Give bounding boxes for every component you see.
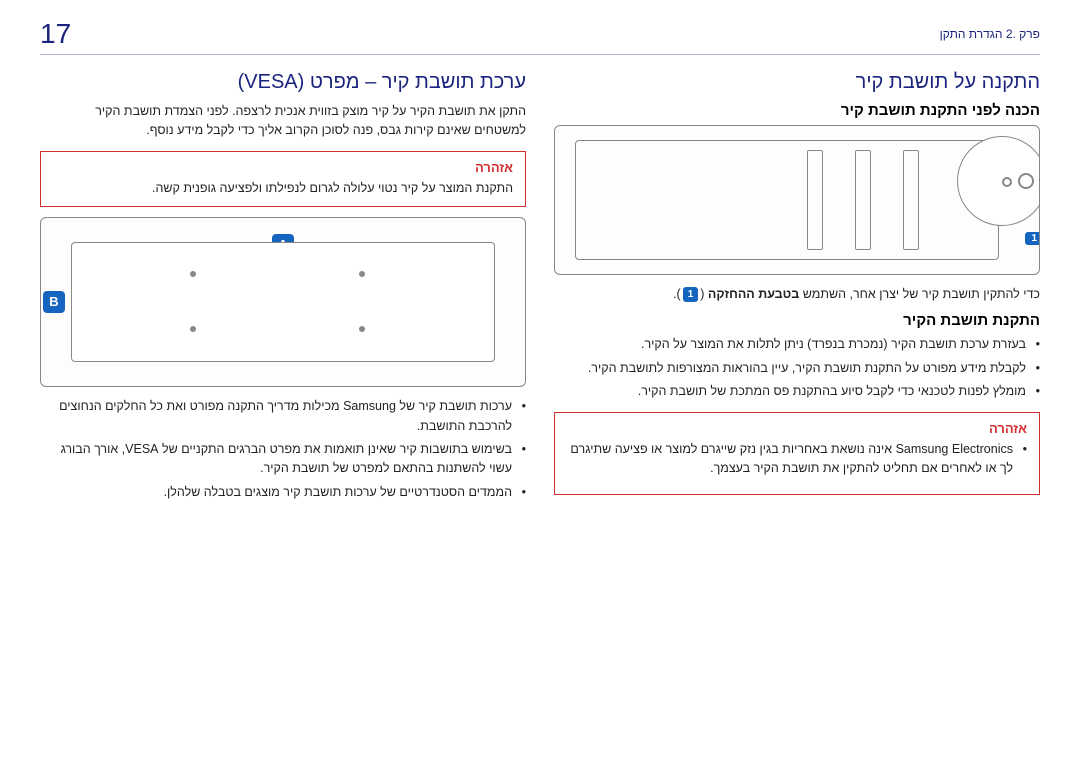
list-item: Samsung Electronics אינה נושאת באחריות ב… bbox=[567, 440, 1027, 479]
mount-hole-icon bbox=[190, 326, 196, 332]
content: התקנה על תושבת קיר הכנה לפני התקנת תושבת… bbox=[40, 71, 1040, 510]
list-item: הממדים הסטנדרטיים של ערכות תושבת קיר מוצ… bbox=[40, 483, 526, 502]
holder-ring-icon bbox=[1018, 173, 1034, 189]
preparation-text: כדי להתקין תושבת קיר של יצרן אחר, השתמש … bbox=[554, 285, 1040, 304]
column-right: התקנה על תושבת קיר הכנה לפני התקנת תושבת… bbox=[554, 71, 1040, 510]
tv-back-outline bbox=[575, 140, 999, 260]
warning-box: אזהרה התקנת המוצר על קיר נטוי עלולה לגרו… bbox=[40, 151, 526, 207]
section-title-vesa: ערכת תושבת קיר – מפרט (VESA) bbox=[40, 71, 526, 94]
warning-box: אזהרה Samsung Electronics אינה נושאת באח… bbox=[554, 412, 1040, 496]
page-header: פרק .2 הגדרת התקן 17 bbox=[40, 18, 1040, 55]
list-item: ערכות תושבת קיר של Samsung מכילות מדריך … bbox=[40, 397, 526, 436]
mounting-bracket-icon bbox=[855, 150, 871, 250]
list-item: לקבלת מידע מפורט על התקנת תושבת הקיר, עי… bbox=[554, 359, 1040, 378]
warning-text: התקנת המוצר על קיר נטוי עלולה לגרום לנפי… bbox=[53, 179, 513, 198]
list-item: בשימוש בתושבות קיר שאינן תואמות את מפרט … bbox=[40, 440, 526, 479]
diagram-vesa: A B bbox=[40, 217, 526, 387]
holder-ring-icon bbox=[1002, 177, 1012, 187]
mount-hole-icon bbox=[190, 271, 196, 277]
chapter-label: פרק .2 הגדרת התקן bbox=[940, 27, 1040, 41]
callout-1: 1 bbox=[1025, 232, 1040, 245]
marker-b: B bbox=[43, 291, 65, 313]
diagram-tv-back: 1 bbox=[554, 125, 1040, 275]
warning-title: אזהרה bbox=[53, 160, 513, 175]
column-left: ערכת תושבת קיר – מפרט (VESA) התקן את תוש… bbox=[40, 71, 526, 510]
vesa-intro: התקן את תושבת הקיר על קיר מוצק בזווית אנ… bbox=[40, 102, 526, 141]
install-list: בעזרת ערכת תושבת הקיר (נמכרת בנפרד) ניתן… bbox=[554, 335, 1040, 401]
warning-list: Samsung Electronics אינה נושאת באחריות ב… bbox=[567, 440, 1027, 479]
page-number: 17 bbox=[40, 18, 71, 50]
zoom-circle bbox=[957, 136, 1040, 226]
mount-hole-icon bbox=[359, 271, 365, 277]
section-title-install: התקנה על תושבת קיר bbox=[554, 71, 1040, 94]
mount-hole-icon bbox=[359, 326, 365, 332]
list-item: מומלץ לפנות לטכנאי כדי לקבל סיוע בהתקנת … bbox=[554, 382, 1040, 401]
subtitle-preparation: הכנה לפני התקנת תושבת קיר bbox=[554, 102, 1040, 119]
callout-inline-1: 1 bbox=[683, 287, 699, 303]
mounting-bracket-icon bbox=[807, 150, 823, 250]
vesa-list: ערכות תושבת קיר של Samsung מכילות מדריך … bbox=[40, 397, 526, 502]
warning-title: אזהרה bbox=[567, 421, 1027, 436]
tv-front-outline bbox=[71, 242, 495, 362]
subtitle-install: התקנת תושבת הקיר bbox=[554, 312, 1040, 329]
list-item: בעזרת ערכת תושבת הקיר (נמכרת בנפרד) ניתן… bbox=[554, 335, 1040, 354]
mounting-bracket-icon bbox=[903, 150, 919, 250]
